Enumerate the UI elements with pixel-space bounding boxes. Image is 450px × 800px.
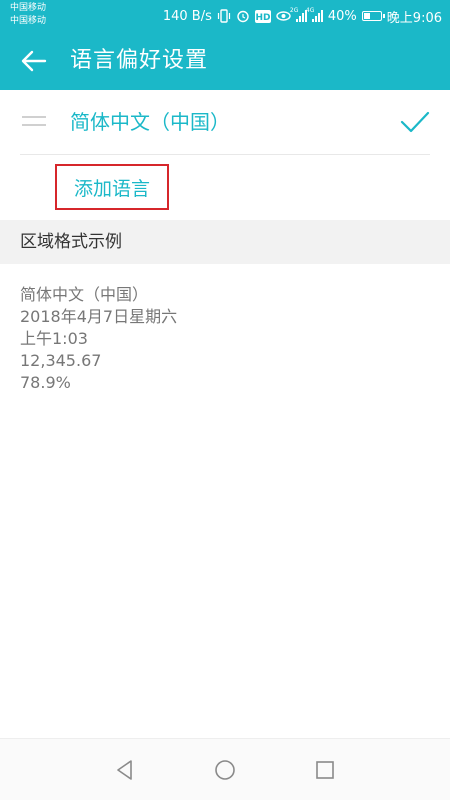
hd-badge-text: HD bbox=[255, 13, 270, 23]
network-type-1-label: 2G bbox=[289, 7, 299, 14]
status-icons: 140 B/s HD 2G 4G 40% 晚上9:06 bbox=[163, 0, 442, 32]
section-header: 区域格式示例 bbox=[0, 220, 450, 264]
hd-icon: HD bbox=[254, 9, 271, 23]
screen: 中国移动 中国移动 140 B/s HD 2G 4G 40% 晚上9:06 语言… bbox=[0, 0, 450, 800]
back-triangle-icon[interactable] bbox=[112, 757, 138, 783]
example-percent: 78.9% bbox=[20, 373, 71, 392]
battery-icon bbox=[361, 11, 385, 21]
home-circle-icon[interactable] bbox=[212, 757, 238, 783]
carrier-2-label: 中国移动 bbox=[10, 16, 47, 26]
region-format-examples: 简体中文（中国） 2018年4月7日星期六 上午1:03 12,345.67 7… bbox=[20, 284, 177, 394]
battery-level-fill bbox=[363, 13, 370, 19]
divider bbox=[20, 154, 430, 155]
example-time: 上午1:03 bbox=[20, 329, 88, 348]
signal-icon: 4G bbox=[306, 7, 323, 22]
arrow-left-icon bbox=[21, 50, 47, 72]
alarm-icon bbox=[236, 9, 250, 23]
status-bar: 中国移动 中国移动 140 B/s HD 2G 4G 40% 晚上9:06 bbox=[0, 0, 450, 32]
recents-square-icon[interactable] bbox=[312, 757, 338, 783]
vibrate-icon bbox=[217, 9, 231, 23]
carrier-1-label: 中国移动 bbox=[10, 3, 47, 13]
battery-percent-label: 40% bbox=[327, 8, 357, 24]
back-button[interactable] bbox=[14, 43, 54, 79]
clock-label: 晚上9:06 bbox=[386, 10, 442, 26]
example-number: 12,345.67 bbox=[20, 351, 102, 370]
network-type-2-label: 4G bbox=[305, 7, 315, 14]
language-name: 简体中文（中国） bbox=[70, 110, 230, 134]
example-language: 简体中文（中国） bbox=[20, 285, 149, 304]
page-title: 语言偏好设置 bbox=[70, 48, 209, 73]
navigation-bar bbox=[0, 738, 450, 800]
eye-icon bbox=[276, 10, 291, 22]
section-title: 区域格式示例 bbox=[20, 232, 122, 252]
example-date: 2018年4月7日星期六 bbox=[20, 307, 178, 326]
drag-handle-icon[interactable] bbox=[22, 116, 46, 126]
carrier-info: 中国移动 中国移动 bbox=[10, 2, 46, 28]
app-bar: 语言偏好设置 bbox=[0, 32, 450, 90]
net-speed-label: 140 B/s bbox=[162, 8, 212, 24]
check-icon bbox=[400, 111, 430, 133]
language-row-simplified-chinese[interactable]: 简体中文（中国） bbox=[0, 90, 450, 154]
add-language-button[interactable]: 添加语言 bbox=[55, 164, 169, 210]
